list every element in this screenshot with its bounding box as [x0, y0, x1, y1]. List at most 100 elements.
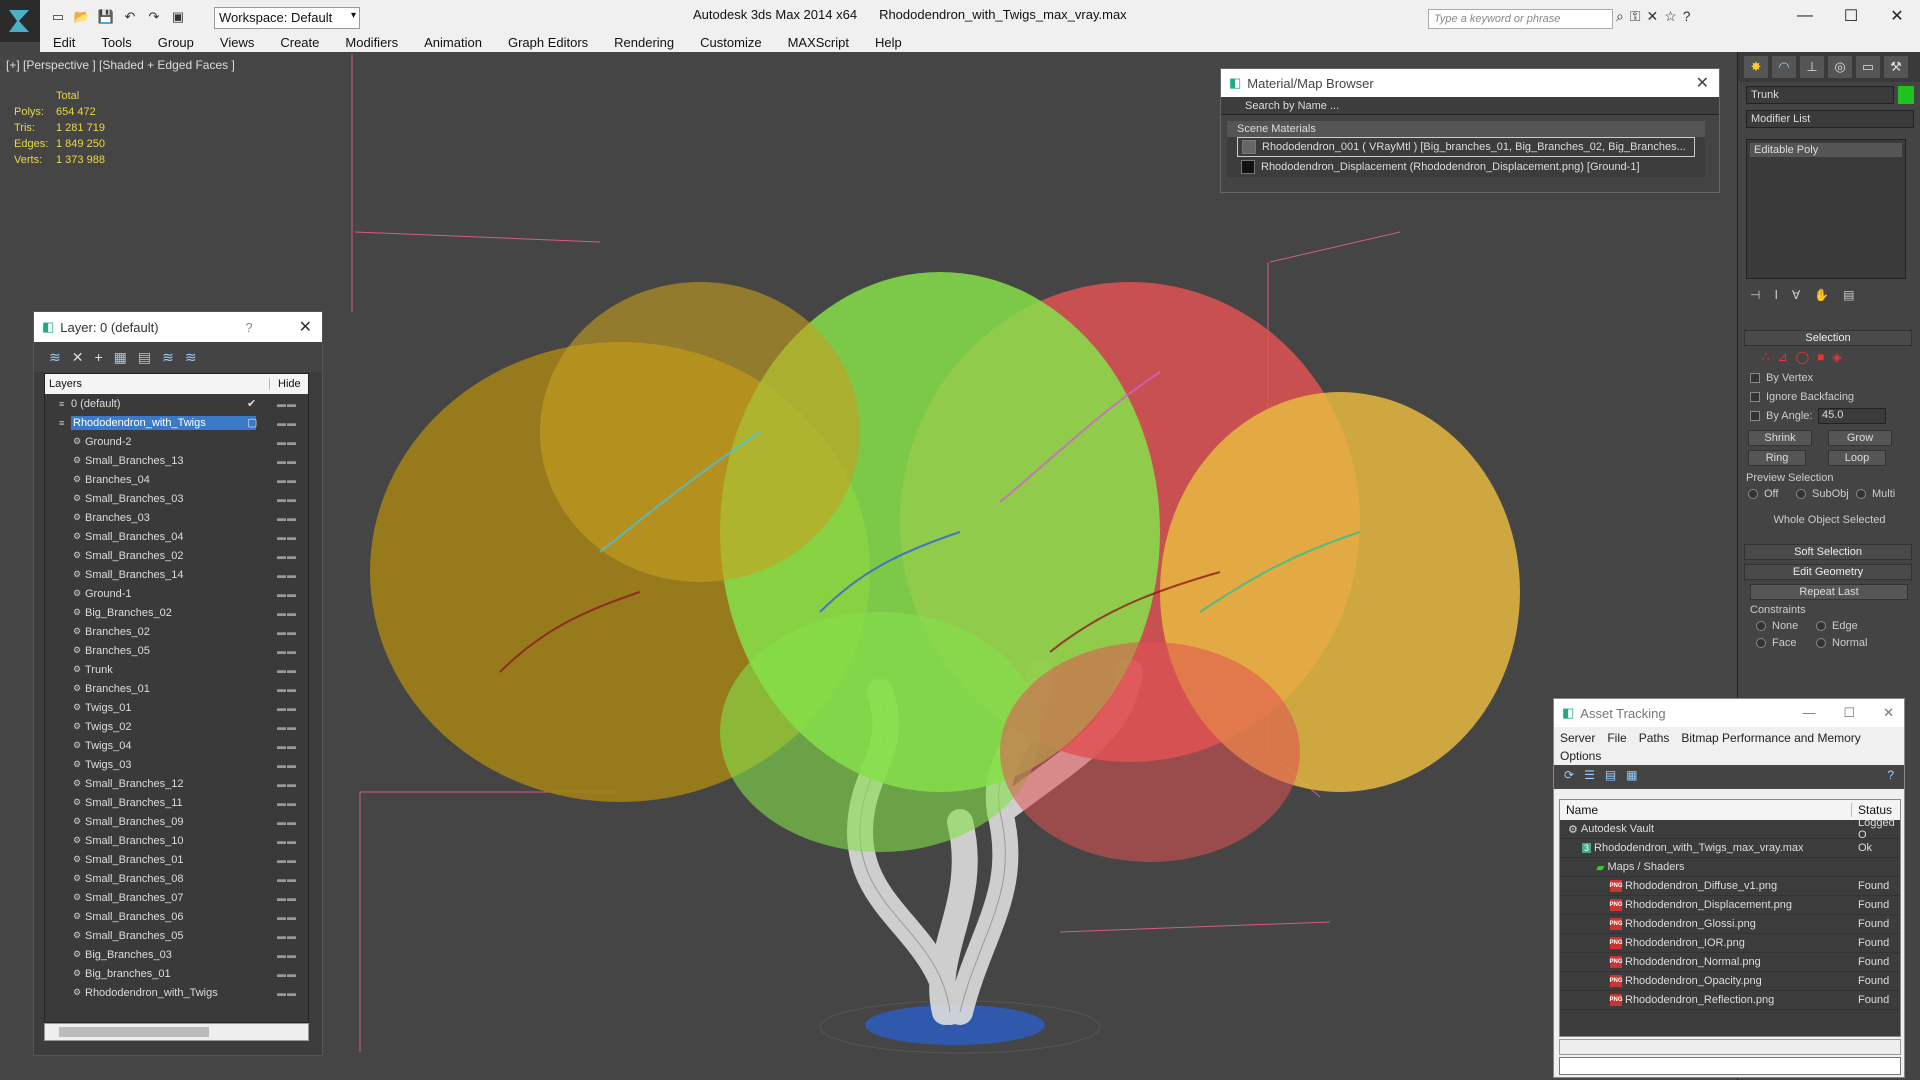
constraint-normal-radio[interactable]: Normal: [1816, 637, 1867, 649]
rollout-edit-geometry[interactable]: Edit Geometry: [1744, 564, 1912, 580]
material-item[interactable]: Rhododendron_001 ( VRayMtl ) [Big_branch…: [1237, 137, 1695, 157]
minimize-icon[interactable]: —: [1782, 0, 1828, 32]
layer-row[interactable]: ⚙ Big_branches_01 ▬▬: [45, 964, 308, 983]
modify-tab-icon[interactable]: ◠: [1772, 56, 1796, 78]
hide-toggle-icon[interactable]: ▬▬: [277, 798, 297, 808]
hide-toggle-icon[interactable]: ▬▬: [277, 836, 297, 846]
constraint-none-radio[interactable]: None: [1756, 620, 1798, 632]
asset-minimize-icon[interactable]: —: [1802, 705, 1815, 721]
scrollbar-thumb[interactable]: [59, 1027, 209, 1037]
asset-row[interactable]: PNG Rhododendron_Glossi.png Found: [1560, 915, 1900, 934]
star-icon[interactable]: ☆: [1664, 8, 1677, 25]
app-logo-icon[interactable]: [0, 0, 40, 42]
create-layer-icon[interactable]: ≋: [49, 349, 61, 366]
maximize-icon[interactable]: ☐: [1828, 0, 1874, 32]
layer-row[interactable]: ⚙ Branches_01 ▬▬: [45, 679, 308, 698]
delete-layer-icon[interactable]: ✕: [72, 349, 84, 366]
create-tab-icon[interactable]: ✸: [1744, 56, 1768, 78]
open-file-icon[interactable]: 📂: [72, 7, 92, 27]
hide-toggle-icon[interactable]: ▬▬: [277, 874, 297, 884]
asset-horizontal-scrollbar[interactable]: [1559, 1039, 1901, 1055]
layer-close-icon[interactable]: ✕: [299, 317, 312, 337]
angle-spinner[interactable]: 45.0: [1818, 408, 1886, 424]
layer-row[interactable]: ⚙ Ground-1 ▬▬: [45, 584, 308, 603]
object-name-field[interactable]: Trunk: [1746, 86, 1894, 104]
menu-group[interactable]: Group: [145, 34, 207, 52]
layer-row[interactable]: ≡ 0 (default) ✔ ▬▬: [45, 394, 308, 413]
layer-row[interactable]: ⚙ Twigs_02 ▬▬: [45, 717, 308, 736]
menu-maxscript[interactable]: MAXScript: [775, 34, 862, 52]
menu-tools[interactable]: Tools: [88, 34, 144, 52]
add-to-layer-icon[interactable]: +: [94, 349, 102, 365]
highlight-layer-icon[interactable]: ▤: [138, 349, 151, 366]
hide-toggle-icon[interactable]: ▬▬: [277, 912, 297, 922]
asset-row[interactable]: PNG Rhododendron_IOR.png Found: [1560, 934, 1900, 953]
preview-multi-radio[interactable]: Multi: [1856, 488, 1895, 500]
hide-toggle-icon[interactable]: ▬▬: [277, 551, 297, 561]
layer-row[interactable]: ⚙ Rhododendron_with_Twigs ▬▬: [45, 983, 308, 1002]
list-view-icon[interactable]: ☰: [1584, 768, 1595, 786]
layer-row[interactable]: ⚙ Twigs_03 ▬▬: [45, 755, 308, 774]
hide-toggle-icon[interactable]: ▬▬: [277, 608, 297, 618]
preview-subobj-radio[interactable]: SubObj: [1796, 488, 1849, 500]
column-name[interactable]: Name: [1560, 803, 1852, 817]
rollout-soft-selection[interactable]: Soft Selection: [1744, 544, 1912, 560]
hide-toggle-icon[interactable]: ▬▬: [277, 855, 297, 865]
hide-toggle-icon[interactable]: ▬▬: [277, 646, 297, 656]
hide-toggle-icon[interactable]: ▬▬: [277, 703, 297, 713]
layer-row[interactable]: ⚙ Ground-2 ▬▬: [45, 432, 308, 451]
constraint-face-radio[interactable]: Face: [1756, 637, 1796, 649]
hide-toggle-icon[interactable]: ▬▬: [277, 418, 297, 428]
column-hide[interactable]: Hide: [270, 378, 301, 390]
hide-toggle-icon[interactable]: ▬▬: [277, 513, 297, 523]
border-icon[interactable]: ◯: [1796, 350, 1809, 364]
hide-toggle-icon[interactable]: ▬▬: [277, 760, 297, 770]
asset-row[interactable]: PNG Rhododendron_Diffuse_v1.png Found: [1560, 877, 1900, 896]
shrink-button[interactable]: Shrink: [1748, 430, 1812, 446]
configure-sets-icon[interactable]: ▤: [1843, 288, 1854, 302]
layer-row[interactable]: ⚙ Small_Branches_07 ▬▬: [45, 888, 308, 907]
polygon-icon[interactable]: ■: [1817, 350, 1824, 364]
hide-toggle-icon[interactable]: ▬▬: [277, 969, 297, 979]
hide-toggle-icon[interactable]: ▬▬: [277, 817, 297, 827]
asset-help-icon[interactable]: ?: [1887, 768, 1894, 786]
menu-customize[interactable]: Customize: [687, 34, 774, 52]
asset-row[interactable]: 3 Rhododendron_with_Twigs_max_vray.max Ok: [1560, 839, 1900, 858]
hide-toggle-icon[interactable]: ▬▬: [277, 589, 297, 599]
utilities-tab-icon[interactable]: ⚒: [1884, 56, 1908, 78]
layer-row[interactable]: ⚙ Small_Branches_03 ▬▬: [45, 489, 308, 508]
hide-toggle-icon[interactable]: ▬▬: [277, 570, 297, 580]
layer-row[interactable]: ⚙ Small_Branches_11 ▬▬: [45, 793, 308, 812]
help-search-input[interactable]: Type a keyword or phrase: [1428, 9, 1613, 29]
stack-item-editable-poly[interactable]: Editable Poly: [1750, 143, 1902, 157]
hide-toggle-icon[interactable]: ▬▬: [277, 741, 297, 751]
asset-menu-options[interactable]: Options: [1554, 749, 1904, 765]
hide-toggle-icon[interactable]: ▬▬: [277, 893, 297, 903]
menu-edit[interactable]: Edit: [40, 34, 88, 52]
column-layers[interactable]: Layers: [45, 378, 270, 390]
redo-icon[interactable]: ↷: [144, 7, 164, 27]
show-end-result-icon[interactable]: Ⅰ: [1774, 288, 1778, 302]
display-tab-icon[interactable]: ▭: [1856, 56, 1880, 78]
by-angle-checkbox[interactable]: By Angle:: [1750, 410, 1812, 422]
workspace-dropdown[interactable]: Workspace: Default: [214, 7, 360, 29]
asset-menu-paths[interactable]: Paths: [1639, 731, 1670, 745]
menu-help[interactable]: Help: [862, 34, 915, 52]
layer-row[interactable]: ≡ Rhododendron_with_Twigs ▢ ▬▬: [45, 413, 308, 432]
layer-row[interactable]: ⚙ Twigs_01 ▬▬: [45, 698, 308, 717]
menu-graph-editors[interactable]: Graph Editors: [495, 34, 601, 52]
asset-row[interactable]: PNG Rhododendron_Normal.png Found: [1560, 953, 1900, 972]
constraint-edge-radio[interactable]: Edge: [1816, 620, 1858, 632]
by-vertex-checkbox[interactable]: By Vertex: [1750, 372, 1813, 384]
hide-toggle-icon[interactable]: ▬▬: [277, 779, 297, 789]
remove-modifier-icon[interactable]: ✋: [1814, 288, 1829, 302]
repeat-last-button[interactable]: Repeat Last: [1750, 584, 1908, 600]
layer-row[interactable]: ⚙ Branches_04 ▬▬: [45, 470, 308, 489]
asset-menu-file[interactable]: File: [1607, 731, 1626, 745]
menu-views[interactable]: Views: [207, 34, 267, 52]
hide-toggle-icon[interactable]: ▬▬: [277, 627, 297, 637]
motion-tab-icon[interactable]: ◎: [1828, 56, 1852, 78]
layer-row[interactable]: ⚙ Small_Branches_10 ▬▬: [45, 831, 308, 850]
layer-row[interactable]: ⚙ Small_Branches_02 ▬▬: [45, 546, 308, 565]
layer-row[interactable]: ⚙ Small_Branches_05 ▬▬: [45, 926, 308, 945]
